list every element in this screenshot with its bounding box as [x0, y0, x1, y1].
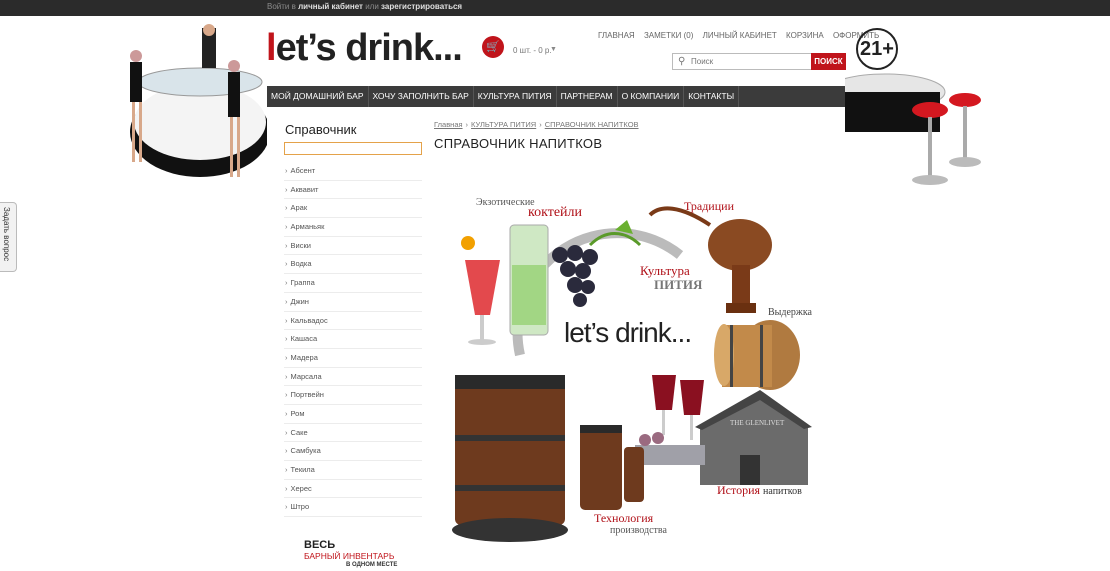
- search-input[interactable]: [691, 55, 809, 68]
- collage-label-history: История напитков: [717, 483, 802, 498]
- sidebar-title: Справочник: [285, 122, 357, 137]
- nav-partners[interactable]: ПАРТНЕРАМ: [557, 86, 618, 107]
- sidebar-item-calvados[interactable]: Кальвадос: [284, 312, 422, 331]
- bar-people-illustration: [130, 24, 270, 177]
- sidebar-item-gin[interactable]: Джин: [284, 293, 422, 312]
- ask-question-label: Задать вопрос: [2, 207, 11, 262]
- chevron-down-icon[interactable]: ▼: [550, 46, 557, 53]
- collage-center-logo-text: let’s drink...: [564, 317, 692, 348]
- promo-banner-line2[interactable]: БАРНЫЙ ИНВЕНТАРЬ: [304, 551, 394, 561]
- top-link-home[interactable]: ГЛАВНАЯ: [598, 31, 635, 40]
- login-prefix-text: Войти в: [267, 2, 296, 11]
- nav-contacts[interactable]: КОНТАКТЫ: [684, 86, 740, 107]
- collage-label-cocktails: коктейли: [528, 205, 583, 220]
- sidebar-item-cachaca[interactable]: Кашаса: [284, 330, 422, 349]
- sidebar-item-sherry[interactable]: Херес: [284, 480, 422, 499]
- sidebar-item-vodka[interactable]: Водка: [284, 255, 422, 275]
- top-link-cabinet[interactable]: ЛИЧНЫЙ КАБИНЕТ: [703, 31, 777, 40]
- sidebar-item-madeira[interactable]: Мадера: [284, 349, 422, 368]
- collage-label-technology: Технология: [594, 511, 654, 525]
- sidebar-item-absinthe[interactable]: Абсент: [284, 162, 422, 181]
- collage-label-history-sub: напитков: [763, 486, 802, 497]
- collage-center-logo: let’s drink...: [564, 317, 692, 349]
- sidebar-item-grappa[interactable]: Граппа: [284, 274, 422, 293]
- nav-my-home-bar[interactable]: МОЙ ДОМАШНИЙ БАР: [267, 86, 369, 107]
- breadcrumb-culture[interactable]: КУЛЬТУРА ПИТИЯ: [471, 120, 536, 129]
- sidebar-item-aquavit[interactable]: Аквавит: [284, 181, 422, 200]
- sidebar-item-tequila[interactable]: Текила: [284, 461, 422, 480]
- sidebar-item-rum[interactable]: Ром: [284, 405, 422, 424]
- sidebar-list: Абсент Аквавит Арак Арманьяк Виски Водка…: [284, 162, 422, 518]
- logo-text: et’s drink...: [275, 27, 463, 69]
- breadcrumb-home[interactable]: Главная: [434, 120, 463, 129]
- page-title: СПРАВОЧНИК НАПИТКОВ: [434, 136, 603, 151]
- collage-label-production: производства: [610, 525, 667, 536]
- sidebar-item-sambuca[interactable]: Самбука: [284, 442, 422, 461]
- breadcrumb: Главная › КУЛЬТУРА ПИТИЯ › СПРАВОЧНИК НАПИТК…: [434, 120, 639, 129]
- search-icon: ⚲: [678, 56, 686, 67]
- bar-stools-illustration: [845, 73, 981, 185]
- personal-cabinet-link[interactable]: личный кабинет: [298, 2, 363, 11]
- nav-drinking-culture[interactable]: КУЛЬТУРА ПИТИЯ: [474, 86, 557, 107]
- collage-label-aging: Выдержка: [768, 307, 812, 318]
- sidebar-item-marsala[interactable]: Марсала: [284, 368, 422, 387]
- nav-about[interactable]: О КОМПАНИИ: [618, 86, 685, 107]
- ask-question-tab[interactable]: Задать вопрос: [0, 202, 17, 272]
- sidebar-item-port[interactable]: Портвейн: [284, 386, 422, 405]
- or-text: или: [365, 2, 379, 11]
- sidebar-item-arak[interactable]: Арак: [284, 199, 422, 219]
- sidebar-filter-input[interactable]: [284, 142, 422, 155]
- site-logo[interactable]: let’s drink...: [266, 27, 463, 69]
- register-link[interactable]: зарегистрироваться: [381, 2, 462, 11]
- drinks-collage-image: Экзотические коктейли Традиции Культура …: [440, 185, 820, 550]
- sidebar-item-stroh[interactable]: Штро: [284, 498, 422, 518]
- sidebar-item-sake[interactable]: Саке: [284, 424, 422, 443]
- top-bar: Войти в личный кабинет или зарегистриров…: [0, 0, 1110, 16]
- nav-fill-bar[interactable]: ХОЧУ ЗАПОЛНИТЬ БАР: [369, 86, 474, 107]
- breadcrumb-current[interactable]: СПРАВОЧНИК НАПИТКОВ: [545, 120, 639, 129]
- collage-label-exotic: Экзотические: [476, 197, 535, 208]
- promo-banner-line3[interactable]: В ОДНОМ МЕСТЕ: [346, 562, 397, 568]
- main-nav: МОЙ ДОМАШНИЙ БАР ХОЧУ ЗАПОЛНИТЬ БАР КУЛЬ…: [267, 86, 845, 107]
- cart-summary[interactable]: 0 шт. - 0 р.: [513, 46, 552, 55]
- logo-letter: l: [266, 27, 277, 69]
- search-box: ⚲ ПОИСК: [672, 53, 846, 70]
- promo-banner-line1[interactable]: ВЕСЬ: [304, 539, 335, 551]
- sidebar-item-whisky[interactable]: Виски: [284, 237, 422, 256]
- age-restriction-badge: 21+: [856, 28, 898, 70]
- top-link-cart[interactable]: КОРЗИНА: [786, 31, 824, 40]
- sidebar-item-armagnac[interactable]: Арманьяк: [284, 218, 422, 237]
- collage-label-traditions: Традиции: [684, 199, 734, 213]
- cart-icon[interactable]: 🛒: [482, 36, 504, 58]
- search-button[interactable]: ПОИСК: [811, 53, 846, 70]
- collage-label-drinking: ПИТИЯ: [654, 277, 703, 292]
- collage-label-history-main: История: [717, 483, 761, 497]
- top-links: ГЛАВНАЯ ЗАМЕТКИ (0) ЛИЧНЫЙ КАБИНЕТ КОРЗИ…: [598, 31, 886, 40]
- top-link-notes[interactable]: ЗАМЕТКИ (0): [644, 31, 693, 40]
- collage-building-sign: THE GLENLIVET: [730, 419, 785, 427]
